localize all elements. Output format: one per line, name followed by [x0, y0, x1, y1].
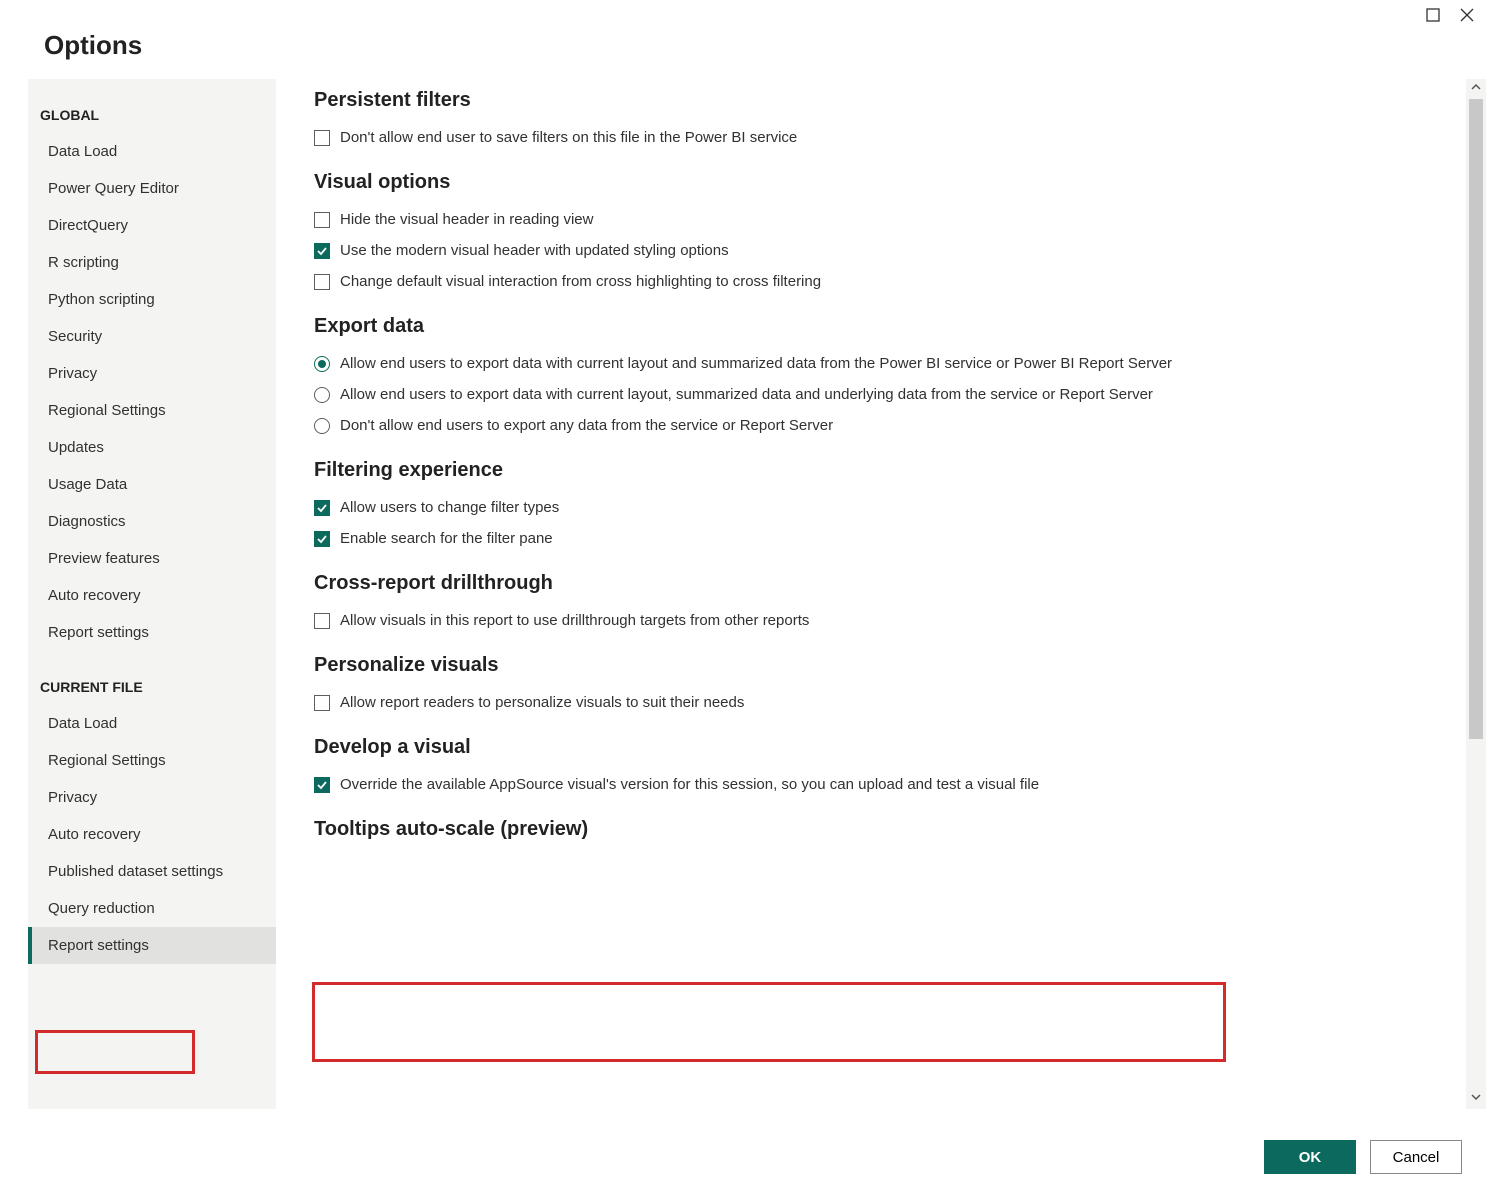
- section-title-tooltips: Tooltips auto-scale (preview): [314, 818, 1406, 841]
- radio-export-underlying[interactable]: [314, 387, 330, 403]
- scroll-track[interactable]: [1466, 99, 1486, 1089]
- scroll-down-icon[interactable]: [1470, 1089, 1482, 1109]
- checkbox-persistent-filters[interactable]: [314, 130, 330, 146]
- content-pane: Persistent filters Don't allow end user …: [276, 79, 1436, 1109]
- close-icon[interactable]: [1460, 8, 1474, 25]
- scroll-up-icon[interactable]: [1470, 79, 1482, 99]
- scroll-thumb[interactable]: [1469, 99, 1483, 739]
- section-title-visual-options: Visual options: [314, 171, 1406, 194]
- sidebar-item-auto-recovery[interactable]: Auto recovery: [28, 577, 276, 614]
- checkbox-change-filter-types[interactable]: [314, 500, 330, 516]
- sidebar-item-diagnostics[interactable]: Diagnostics: [28, 503, 276, 540]
- section-title-personalize: Personalize visuals: [314, 654, 1406, 677]
- sidebar-item-power-query-editor[interactable]: Power Query Editor: [28, 170, 276, 207]
- sidebar-heading-global: GLOBAL: [28, 97, 276, 133]
- radio-export-summarized[interactable]: [314, 356, 330, 372]
- section-title-persistent-filters: Persistent filters: [314, 89, 1406, 112]
- sidebar-item-cf-auto-recovery[interactable]: Auto recovery: [28, 816, 276, 853]
- sidebar-item-privacy[interactable]: Privacy: [28, 355, 276, 392]
- ok-button[interactable]: OK: [1264, 1140, 1356, 1174]
- label-search-filter-pane: Enable search for the filter pane: [340, 530, 553, 547]
- sidebar-item-directquery[interactable]: DirectQuery: [28, 207, 276, 244]
- sidebar-item-r-scripting[interactable]: R scripting: [28, 244, 276, 281]
- label-change-filter-types: Allow users to change filter types: [340, 499, 559, 516]
- label-hide-visual-header: Hide the visual header in reading view: [340, 211, 593, 228]
- sidebar-item-usage-data[interactable]: Usage Data: [28, 466, 276, 503]
- sidebar-item-python-scripting[interactable]: Python scripting: [28, 281, 276, 318]
- checkbox-modern-visual-header[interactable]: [314, 243, 330, 259]
- sidebar-heading-current: CURRENT FILE: [28, 669, 276, 705]
- checkbox-override-appsource[interactable]: [314, 777, 330, 793]
- sidebar-item-updates[interactable]: Updates: [28, 429, 276, 466]
- checkbox-cross-report-drillthrough[interactable]: [314, 613, 330, 629]
- checkbox-hide-visual-header[interactable]: [314, 212, 330, 228]
- section-title-export-data: Export data: [314, 315, 1406, 338]
- label-cross-report-drillthrough: Allow visuals in this report to use dril…: [340, 612, 809, 629]
- scrollbar[interactable]: [1466, 79, 1486, 1109]
- checkbox-personalize-visuals[interactable]: [314, 695, 330, 711]
- sidebar-item-data-load[interactable]: Data Load: [28, 133, 276, 170]
- sidebar-item-cf-report-settings[interactable]: Report settings: [28, 927, 276, 964]
- sidebar-item-security[interactable]: Security: [28, 318, 276, 355]
- maximize-icon[interactable]: [1426, 8, 1440, 25]
- label-cross-filtering: Change default visual interaction from c…: [340, 273, 821, 290]
- label-export-summarized: Allow end users to export data with curr…: [340, 355, 1172, 372]
- sidebar-item-report-settings-global[interactable]: Report settings: [28, 614, 276, 651]
- radio-export-none[interactable]: [314, 418, 330, 434]
- dialog-title: Options: [0, 0, 1486, 79]
- label-modern-visual-header: Use the modern visual header with update…: [340, 242, 729, 259]
- checkbox-search-filter-pane[interactable]: [314, 531, 330, 547]
- sidebar-item-cf-data-load[interactable]: Data Load: [28, 705, 276, 742]
- label-personalize-visuals: Allow report readers to personalize visu…: [340, 694, 744, 711]
- section-title-develop-visual: Develop a visual: [314, 736, 1406, 759]
- cancel-button[interactable]: Cancel: [1370, 1140, 1462, 1174]
- label-persistent-filters: Don't allow end user to save filters on …: [340, 129, 797, 146]
- sidebar: GLOBAL Data Load Power Query Editor Dire…: [28, 79, 276, 1109]
- sidebar-item-cf-query-reduction[interactable]: Query reduction: [28, 890, 276, 927]
- label-export-underlying: Allow end users to export data with curr…: [340, 386, 1153, 403]
- label-export-none: Don't allow end users to export any data…: [340, 417, 833, 434]
- sidebar-item-regional-settings[interactable]: Regional Settings: [28, 392, 276, 429]
- section-title-cross-report: Cross-report drillthrough: [314, 572, 1406, 595]
- checkbox-cross-filtering[interactable]: [314, 274, 330, 290]
- sidebar-item-preview-features[interactable]: Preview features: [28, 540, 276, 577]
- label-override-appsource: Override the available AppSource visual'…: [340, 776, 1039, 793]
- section-title-filtering-experience: Filtering experience: [314, 459, 1406, 482]
- sidebar-item-cf-published-dataset[interactable]: Published dataset settings: [28, 853, 276, 890]
- sidebar-item-cf-privacy[interactable]: Privacy: [28, 779, 276, 816]
- sidebar-item-cf-regional-settings[interactable]: Regional Settings: [28, 742, 276, 779]
